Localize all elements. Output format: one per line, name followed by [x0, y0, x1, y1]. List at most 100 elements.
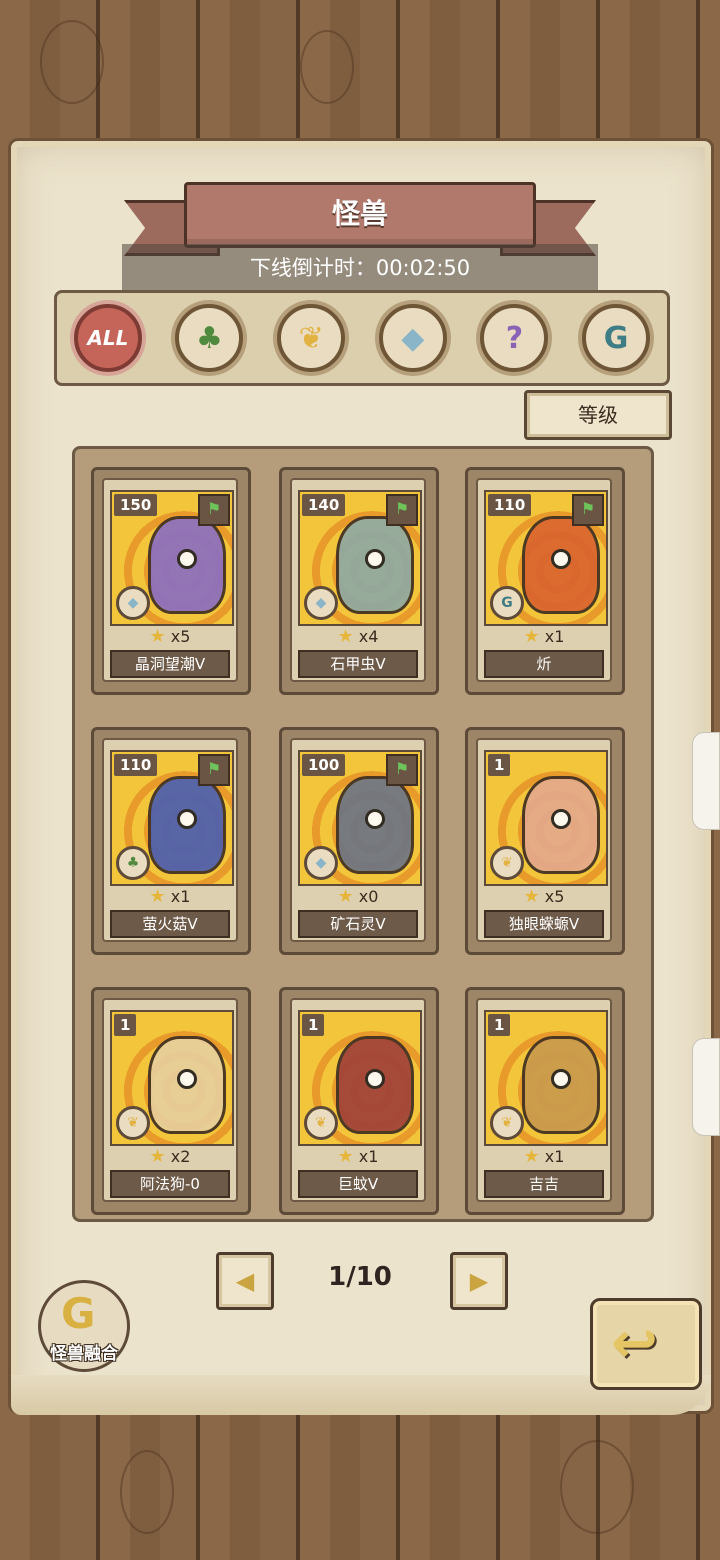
card-count: x5 — [170, 627, 191, 646]
level-badge: 100 — [302, 754, 346, 776]
paw-icon: ❦ — [490, 846, 524, 880]
monster-portrait — [522, 1036, 600, 1134]
star-icon: ★ — [149, 886, 166, 907]
fusion-icon: G — [61, 1289, 96, 1338]
card-art: 1 ❦ — [110, 1010, 234, 1146]
star-icon: ★ — [149, 626, 166, 647]
star-icon: ★ — [337, 886, 354, 907]
monster-card[interactable]: 100 ⚑ ◆ ★ x0 矿石灵V — [279, 727, 439, 955]
filter-paw-button[interactable]: ❦ — [277, 304, 346, 372]
star-icon: ★ — [523, 886, 540, 907]
filter-bar: ALL ♣ ❦ ◆ ? G — [54, 290, 670, 386]
question-icon: ? — [505, 320, 524, 356]
monster-grid: 150 ⚑ ◆ ★ x5 晶洞望潮V 140 ⚑ ◆ ★ x4 石甲虫V 110… — [72, 446, 654, 1222]
flag-icon[interactable]: ⚑ — [198, 494, 230, 526]
card-art: 110 ⚑ ♣ — [110, 750, 234, 886]
fusion-label: 怪兽融合 — [50, 1344, 118, 1364]
level-badge: 1 — [114, 1014, 137, 1036]
monster-name: 吉吉 — [484, 1170, 604, 1198]
card-art: 1 ❦ — [298, 1010, 422, 1146]
card-count: x1 — [544, 627, 565, 646]
monster-portrait — [522, 516, 600, 614]
card-inner: 150 ⚑ ◆ ★ x5 晶洞望潮V — [102, 478, 238, 682]
card-art: 150 ⚑ ◆ — [110, 490, 234, 626]
card-count: x2 — [170, 1147, 191, 1166]
page-indicator: 1/10 — [328, 1262, 392, 1292]
card-art: 100 ⚑ ◆ — [298, 750, 422, 886]
card-count: x5 — [544, 887, 565, 906]
card-art: 1 ❦ — [484, 1010, 608, 1146]
card-art: 1 ❦ — [484, 750, 608, 886]
star-count: ★ x1 — [478, 626, 610, 647]
flag-icon[interactable]: ⚑ — [198, 754, 230, 786]
monster-card[interactable]: 140 ⚑ ◆ ★ x4 石甲虫V — [279, 467, 439, 695]
paw-icon: ❦ — [304, 1106, 338, 1140]
card-count: x1 — [358, 1147, 379, 1166]
crystal-icon: ◆ — [304, 846, 338, 880]
chevron-left-icon: ◀ — [235, 1267, 255, 1295]
prev-page-button[interactable]: ◀ — [216, 1252, 274, 1310]
monster-card[interactable]: 1 ❦ ★ x5 独眼蝾螈V — [465, 727, 625, 955]
sort-by-level-button[interactable]: 等级 — [524, 390, 672, 440]
filter-swirl-button[interactable]: G — [582, 304, 651, 372]
chevron-right-icon: ▶ — [469, 1267, 489, 1295]
crystal-icon: ◆ — [401, 320, 425, 356]
card-inner: 110 ⚑ G ★ x1 炘 — [476, 478, 612, 682]
star-count: ★ x0 — [292, 886, 424, 907]
monster-fusion-button[interactable]: G 怪兽融合 — [38, 1280, 130, 1372]
monster-name: 阿法狗-0 — [110, 1170, 230, 1198]
card-count: x1 — [544, 1147, 565, 1166]
filter-all-button[interactable]: ALL — [73, 304, 142, 372]
card-art: 140 ⚑ ◆ — [298, 490, 422, 626]
paw-icon: ❦ — [116, 1106, 150, 1140]
flag-icon[interactable]: ⚑ — [386, 754, 418, 786]
star-count: ★ x1 — [292, 1146, 424, 1167]
star-icon: ★ — [523, 626, 540, 647]
paw-icon: ❦ — [490, 1106, 524, 1140]
monster-portrait — [148, 776, 226, 874]
flag-icon[interactable]: ⚑ — [386, 494, 418, 526]
monster-portrait — [522, 776, 600, 874]
monster-eye — [177, 1069, 197, 1089]
monster-name: 石甲虫V — [298, 650, 418, 678]
card-inner: 1 ❦ ★ x1 吉吉 — [476, 998, 612, 1202]
filter-all-label: ALL — [87, 326, 129, 350]
star-icon: ★ — [337, 626, 354, 647]
filter-leaf-button[interactable]: ♣ — [175, 304, 244, 372]
monster-name: 炘 — [484, 650, 604, 678]
filter-question-button[interactable]: ? — [480, 304, 549, 372]
star-count: ★ x1 — [104, 886, 236, 907]
monster-name: 萤火菇V — [110, 910, 230, 938]
monster-portrait — [148, 1036, 226, 1134]
monster-card[interactable]: 110 ⚑ G ★ x1 炘 — [465, 467, 625, 695]
next-page-button[interactable]: ▶ — [450, 1252, 508, 1310]
star-count: ★ x2 — [104, 1146, 236, 1167]
monster-name: 晶洞望潮V — [110, 650, 230, 678]
monster-card[interactable]: 110 ⚑ ♣ ★ x1 萤火菇V — [91, 727, 251, 955]
star-icon: ★ — [337, 1146, 354, 1167]
leaf-icon: ♣ — [116, 846, 150, 880]
monster-card[interactable]: 1 ❦ ★ x2 阿法狗-0 — [91, 987, 251, 1215]
monster-portrait — [148, 516, 226, 614]
monster-portrait — [336, 516, 414, 614]
monster-eye — [365, 809, 385, 829]
monster-eye — [365, 549, 385, 569]
card-inner: 100 ⚑ ◆ ★ x0 矿石灵V — [290, 738, 426, 942]
monster-eye — [177, 549, 197, 569]
filter-crystal-button[interactable]: ◆ — [378, 304, 447, 372]
monster-eye — [551, 809, 571, 829]
flag-icon[interactable]: ⚑ — [572, 494, 604, 526]
monster-name: 巨蚊V — [298, 1170, 418, 1198]
card-inner: 1 ❦ ★ x2 阿法狗-0 — [102, 998, 238, 1202]
level-badge: 1 — [488, 754, 511, 776]
side-handle[interactable] — [692, 732, 720, 830]
card-count: x4 — [358, 627, 379, 646]
monster-card[interactable]: 1 ❦ ★ x1 巨蚊V — [279, 987, 439, 1215]
monster-card[interactable]: 150 ⚑ ◆ ★ x5 晶洞望潮V — [91, 467, 251, 695]
star-count: ★ x5 — [478, 886, 610, 907]
crystal-icon: ◆ — [116, 586, 150, 620]
back-button[interactable]: ↩ — [590, 1298, 702, 1390]
side-handle[interactable] — [692, 1038, 720, 1136]
monster-card[interactable]: 1 ❦ ★ x1 吉吉 — [465, 987, 625, 1215]
paw-icon: ❦ — [298, 320, 324, 356]
